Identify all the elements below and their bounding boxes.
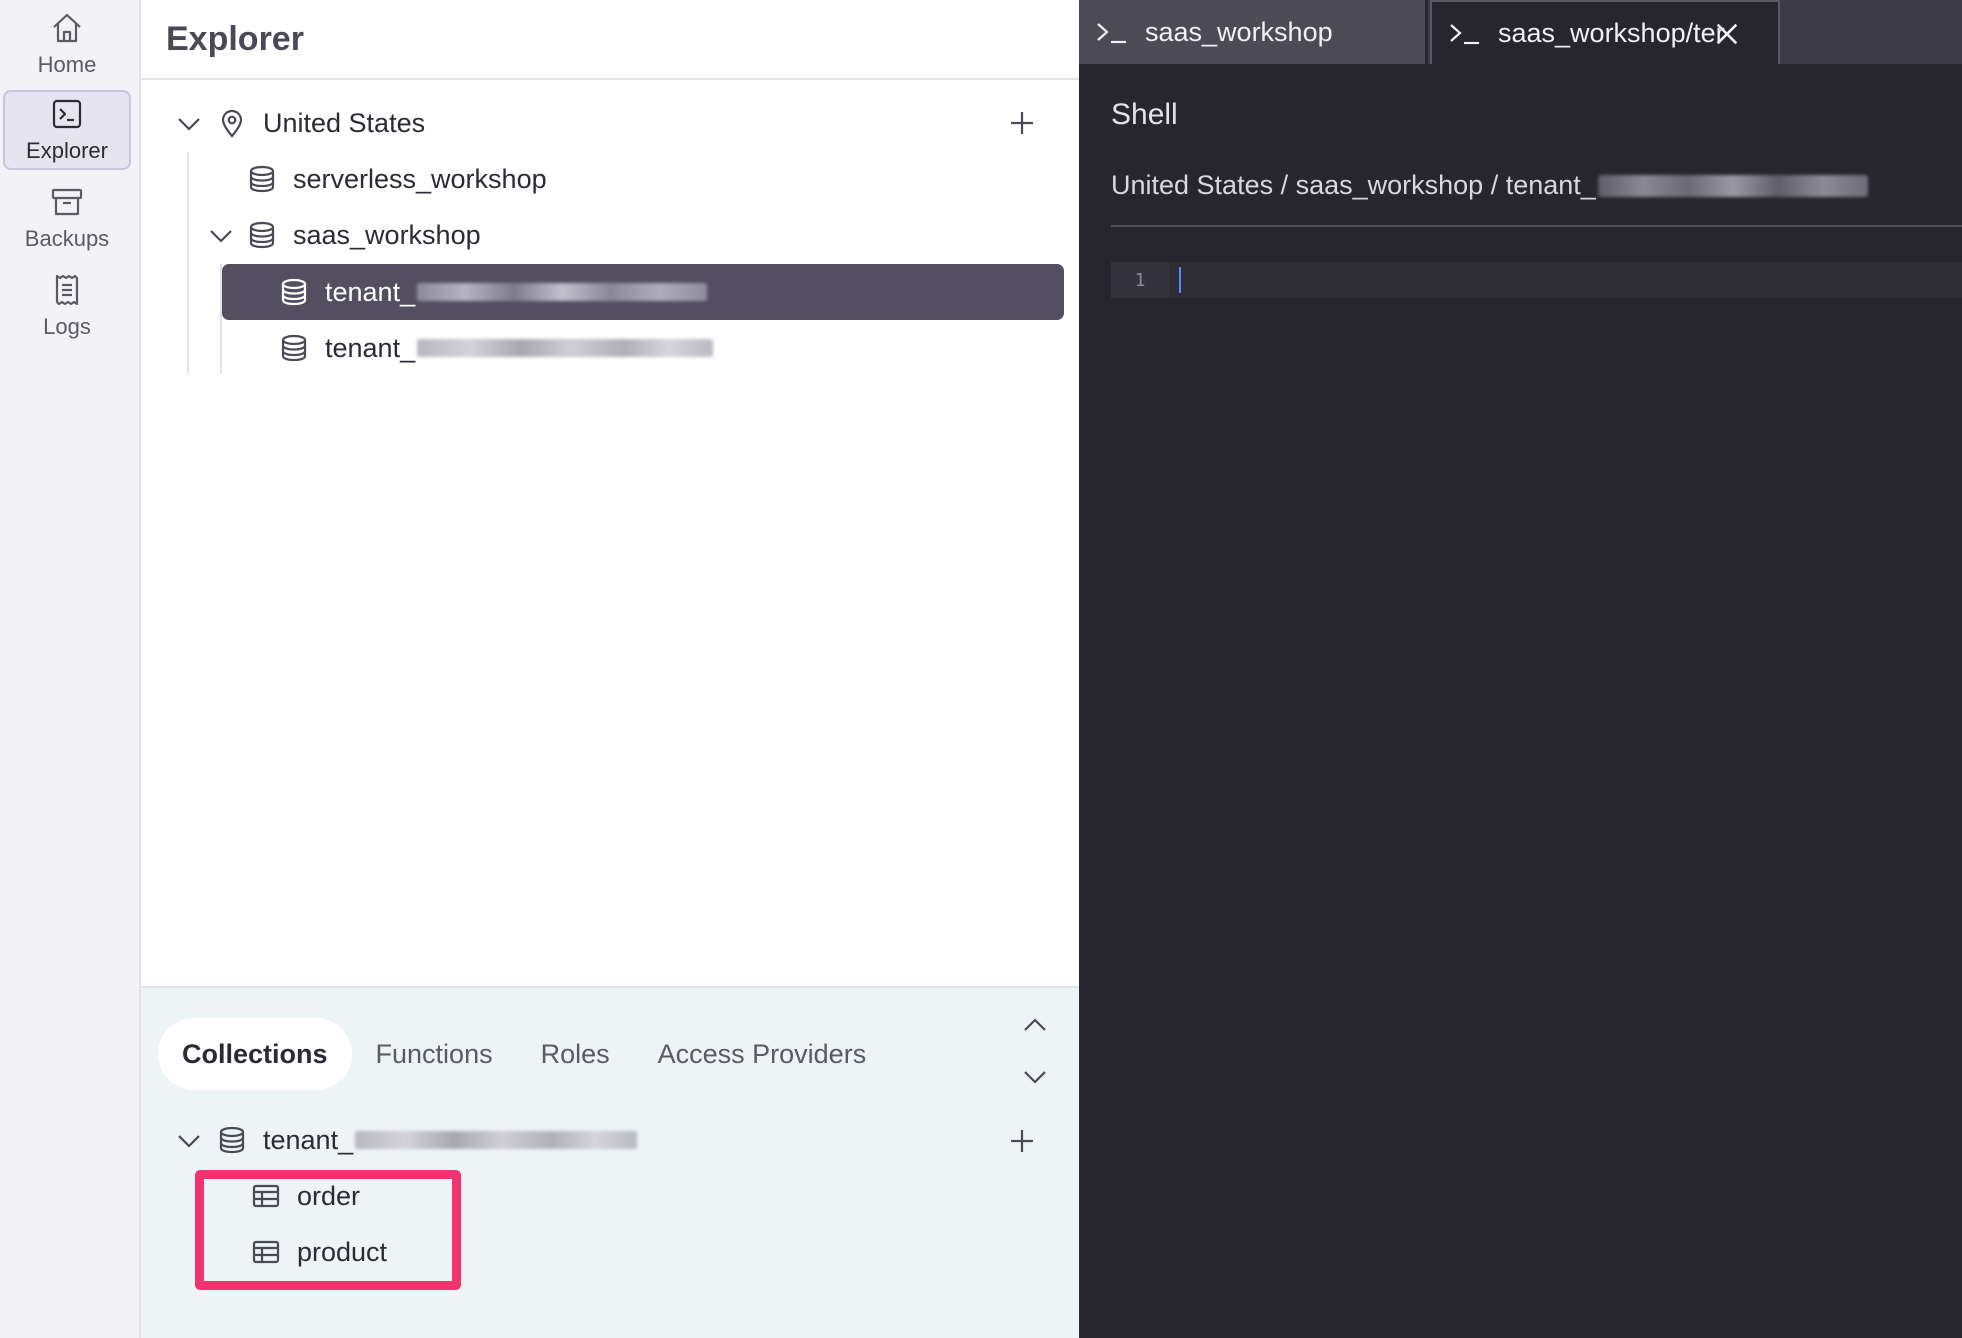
chevron-up-icon[interactable] [1021, 1012, 1049, 1040]
terminal-prompt-icon [1097, 23, 1126, 44]
db-label: saas_workshop [293, 219, 481, 250]
database-icon [219, 1126, 245, 1154]
database-icon [249, 221, 275, 249]
tenant-label: tenant_ [325, 332, 416, 363]
redacted-id [417, 283, 708, 301]
redacted-id [355, 1131, 638, 1149]
panel-tabs: Collections Functions Roles Access Provi… [158, 1018, 890, 1090]
shell-tab-active[interactable]: saas_workshop/ter [1430, 0, 1780, 64]
explorer-title: Explorer [166, 19, 304, 58]
tree-tenant-selected[interactable]: tenant_ [279, 264, 708, 320]
tree-region-united-states[interactable]: United States [175, 95, 425, 151]
collections-panel: Collections Functions Roles Access Provi… [141, 986, 1079, 1338]
tenant-label: tenant_ [325, 276, 416, 307]
chevron-down-icon[interactable] [175, 109, 203, 137]
chevron-down-icon[interactable] [1021, 1062, 1049, 1090]
collections-db-row[interactable]: tenant_ [175, 1112, 638, 1168]
shell-tab-label: saas_workshop/ter [1498, 17, 1725, 48]
nav-logs[interactable]: Logs [3, 266, 131, 346]
tree-db-saas-workshop[interactable]: saas_workshop [207, 207, 481, 263]
explorer-panel: Explorer United States serverless_worksh… [141, 0, 1079, 1338]
close-icon[interactable] [1710, 20, 1744, 48]
terminal-prompt-icon [1450, 24, 1479, 45]
db-label: serverless_workshop [293, 163, 547, 194]
add-database-plus-icon[interactable] [1007, 108, 1037, 138]
shell-panel: saas_workshop saas_workshop/ter Shell Un… [1079, 0, 1962, 1338]
shell-breadcrumb-text: United States / saas_workshop / tenant_ [1111, 170, 1596, 200]
explorer-header: Explorer [141, 0, 1079, 80]
chevron-down-icon[interactable] [207, 221, 235, 249]
shell-tab-label: saas_workshop [1145, 16, 1333, 47]
shell-tab[interactable]: saas_workshop [1079, 0, 1428, 64]
chevron-down-icon[interactable] [175, 1126, 203, 1154]
archive-icon [51, 188, 83, 216]
shell-title: Shell [1111, 98, 1178, 131]
database-icon [281, 278, 307, 306]
db-label: tenant_ [263, 1124, 354, 1155]
add-collection-plus-icon[interactable] [1007, 1126, 1037, 1156]
database-icon [281, 334, 307, 362]
code-editor[interactable]: 1 [1111, 262, 1962, 298]
terminal-icon [52, 99, 82, 129]
redacted-id [417, 339, 714, 357]
tab-collections[interactable]: Collections [158, 1018, 352, 1090]
tab-roles[interactable]: Roles [517, 1018, 634, 1090]
tree-db-serverless-workshop[interactable]: serverless_workshop [247, 151, 547, 207]
nav-backups[interactable]: Backups [3, 178, 131, 258]
region-label: United States [263, 107, 426, 138]
nav-explorer[interactable]: Explorer [3, 90, 131, 170]
line-number: 1 [1111, 262, 1169, 298]
tab-access-providers[interactable]: Access Providers [634, 1018, 891, 1090]
redacted-id [1597, 174, 1868, 197]
divider [1111, 225, 1962, 227]
tree-guide [187, 152, 189, 374]
annotation-highlight-box [195, 1170, 461, 1290]
text-cursor [1179, 267, 1181, 293]
receipt-icon [55, 274, 79, 306]
shell-tab-bar: saas_workshop saas_workshop/ter [1079, 0, 1962, 64]
nav-home-label: Home [37, 52, 97, 77]
location-pin-icon [221, 109, 243, 138]
nav-backups-label: Backups [24, 226, 110, 251]
tab-functions[interactable]: Functions [352, 1018, 517, 1090]
nav-home[interactable]: Home [3, 4, 131, 84]
shell-breadcrumb: United States / saas_workshop / tenant_ [1111, 170, 1868, 201]
left-nav-rail: Home Explorer Backups Logs [0, 0, 141, 1338]
tree-tenant[interactable]: tenant_ [279, 320, 714, 376]
nav-logs-label: Logs [43, 314, 91, 339]
nav-explorer-label: Explorer [26, 138, 108, 163]
database-icon [249, 165, 275, 193]
home-icon [53, 13, 81, 43]
